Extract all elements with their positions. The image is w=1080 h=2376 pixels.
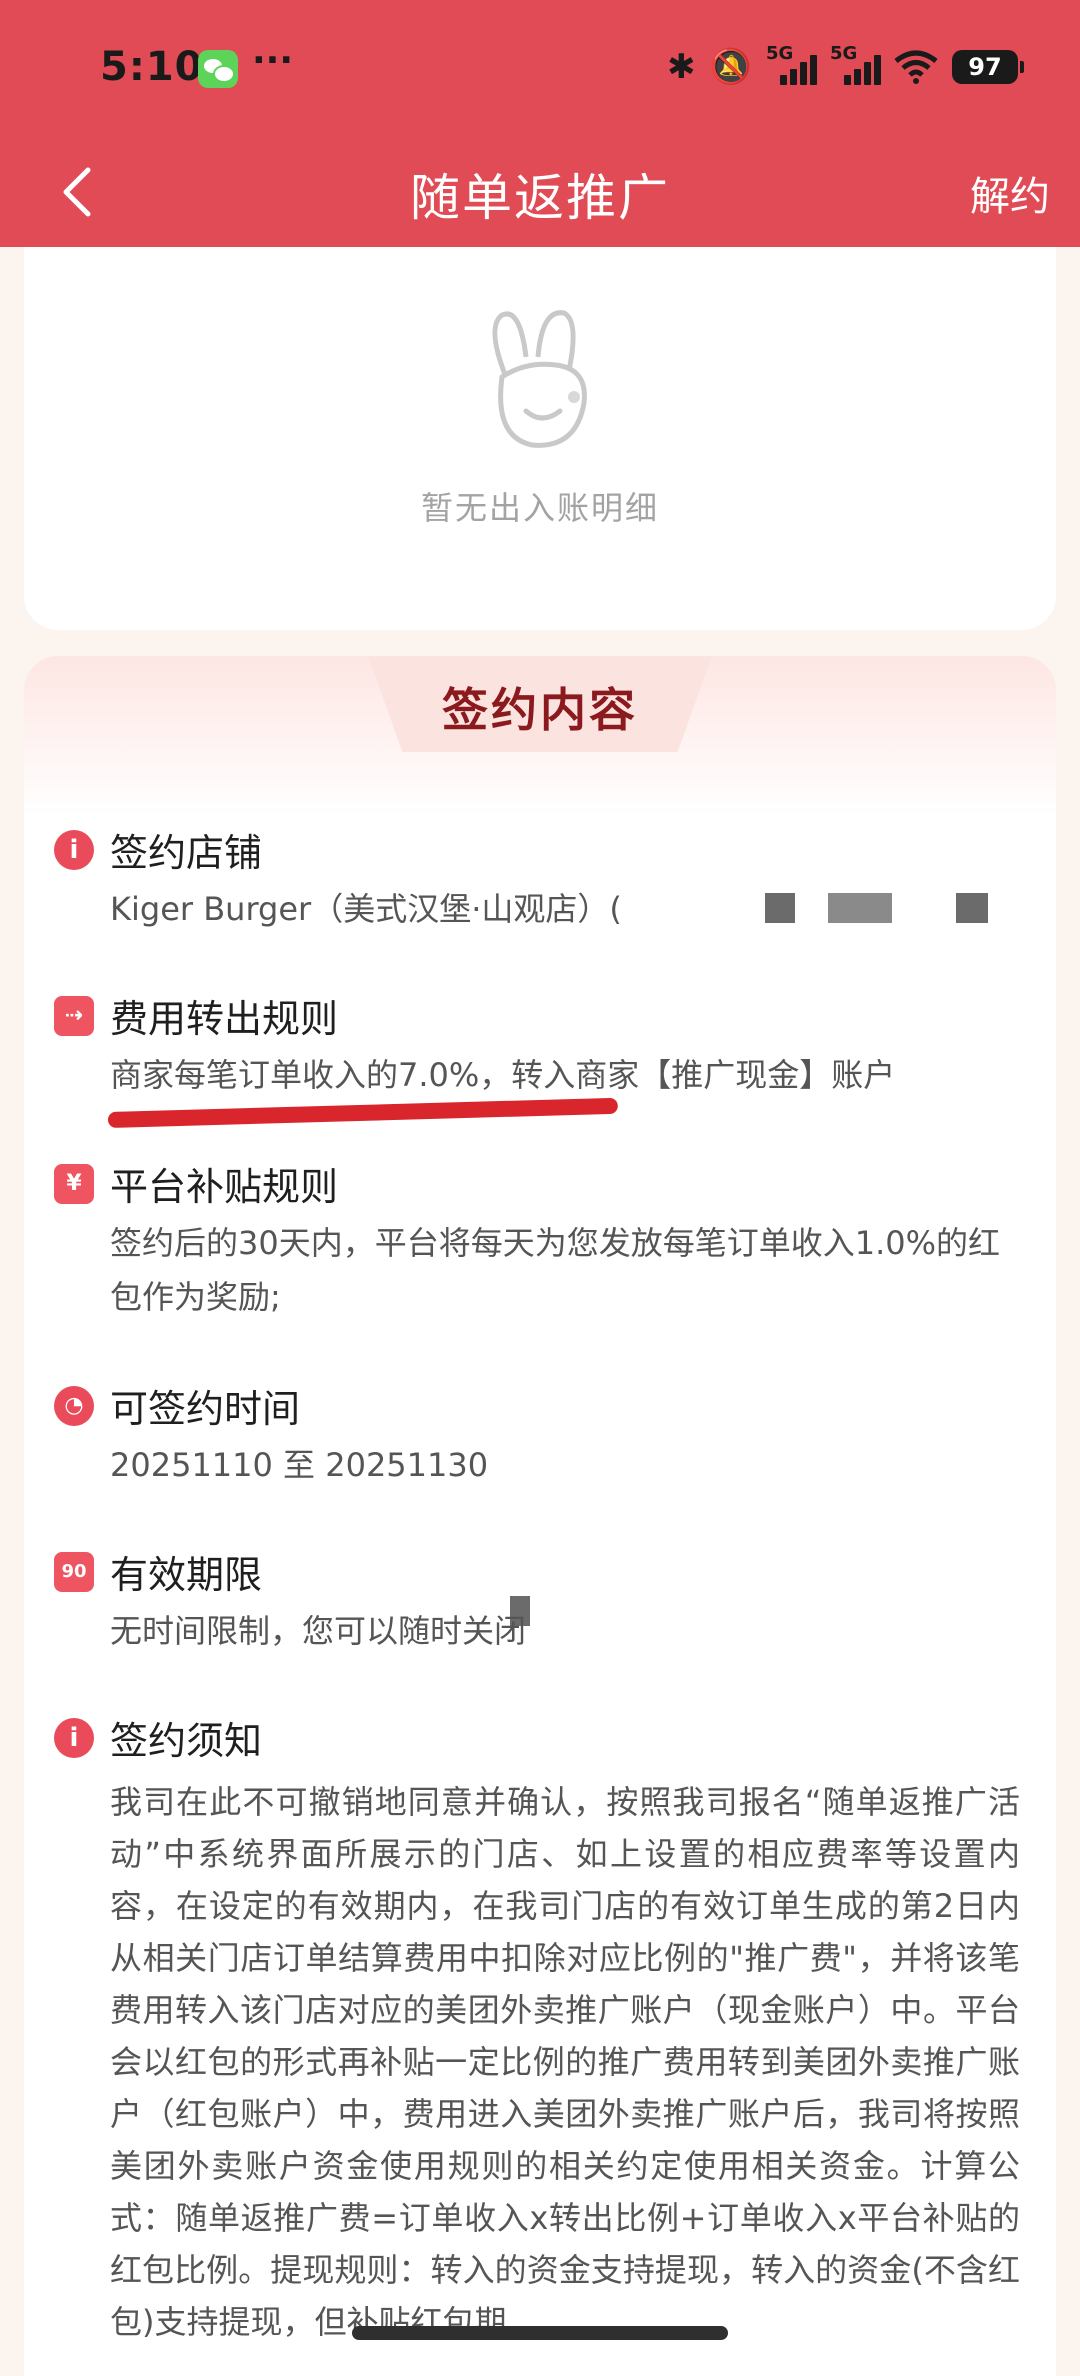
status-bar: 5:10 ··· ✱ 🔕 5G 5G 97 — [0, 0, 1080, 140]
item-heading: 签约须知 — [110, 1719, 263, 1763]
wifi-icon — [894, 49, 938, 85]
item-text: 我司在此不可撤销地同意并确认，按照我司报名“随单返推广活动”中系统界面所展示的门… — [110, 1783, 1020, 2341]
item-heading: 可签约时间 — [110, 1387, 301, 1431]
bluetooth-icon: ✱ — [667, 47, 696, 87]
info-icon: i — [54, 1718, 94, 1758]
network-type-label-2: 5G — [830, 43, 858, 64]
rabbit-mascot-icon — [492, 310, 587, 448]
status-time: 5:10 — [100, 44, 204, 90]
more-notifications-icon: ··· — [252, 40, 294, 81]
clock-icon: ◔ — [54, 1386, 94, 1426]
contract-content-card: 签约内容 i 签约店铺 Kiger Burger（美式汉堡·山观店）( ⇢ 费用… — [24, 656, 1056, 2376]
item-text: 商家每笔订单收入的7.0%，转入商家【推广现金】账户 — [110, 1056, 896, 1094]
info-icon: i — [54, 830, 94, 870]
section-title: 签约内容 — [442, 683, 638, 737]
status-icons: ✱ 🔕 5G 5G 97 — [667, 43, 1024, 90]
calendar-90-icon: 90 — [54, 1552, 94, 1592]
page-title: 随单返推广 — [410, 169, 670, 227]
item-text: 签约后的30天内，平台将每天为您发放每笔订单收入1.0%的红包作为奖励; — [110, 1224, 1001, 1316]
item-heading: 平台补贴规则 — [110, 1165, 339, 1209]
app-header: 5:10 ··· ✱ 🔕 5G 5G 97 随单返推广 解约 — [0, 0, 1080, 247]
signal-icon-2: 5G — [830, 43, 881, 87]
wechat-icon — [198, 50, 238, 88]
redacted-block — [828, 893, 892, 923]
network-type-label: 5G — [766, 43, 794, 64]
nav-bar: 随单返推广 解约 — [0, 140, 1080, 247]
battery-indicator: 97 — [952, 50, 1024, 84]
yen-icon: ¥ — [54, 1164, 94, 1204]
cancel-contract-button[interactable]: 解约 — [970, 164, 1050, 222]
redacted-block — [765, 893, 795, 923]
empty-state-text: 暂无出入账明细 — [420, 489, 659, 527]
item-heading: 费用转出规则 — [110, 997, 339, 1041]
redacted-block — [956, 893, 988, 923]
transfer-icon: ⇢ — [54, 996, 94, 1036]
item-heading: 有效期限 — [110, 1553, 263, 1597]
transaction-card: 暂无出入账明细 — [24, 247, 1056, 630]
item-text: 无时间限制，您可以随时关闭 — [110, 1612, 527, 1650]
item-heading: 签约店铺 — [110, 831, 263, 875]
signal-icon: 5G — [766, 43, 817, 87]
mute-icon: 🔕 — [709, 47, 752, 87]
item-text: Kiger Burger（美式汉堡·山观店）( — [110, 890, 622, 928]
scroll-indicator — [352, 2326, 728, 2340]
item-text: 20251110 至 20251130 — [110, 1446, 489, 1484]
